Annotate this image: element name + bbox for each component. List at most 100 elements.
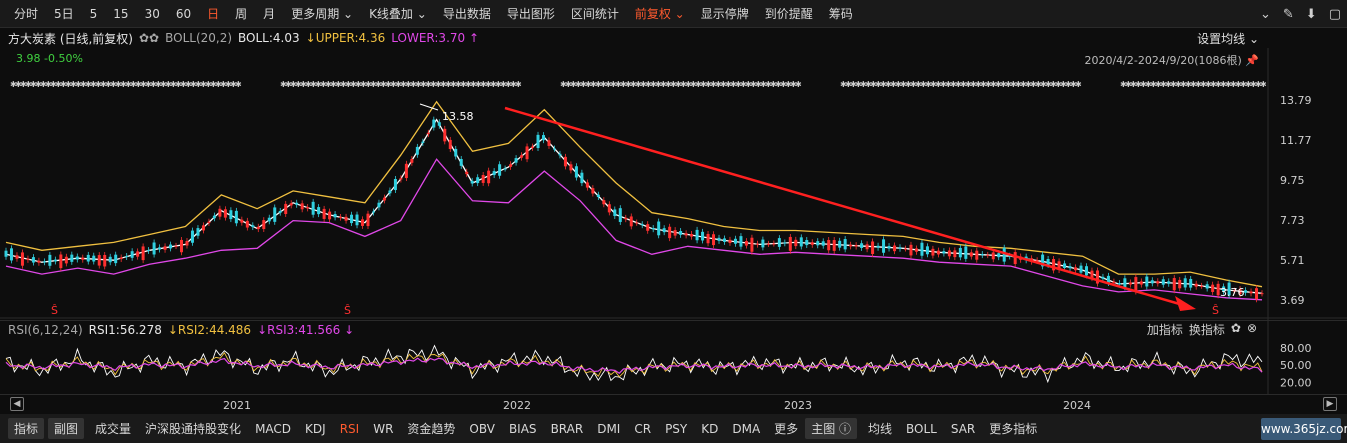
candle-body: [733, 238, 737, 244]
s-marker: Ŝ: [1212, 304, 1219, 317]
indicator-tab[interactable]: BIAS: [502, 422, 544, 436]
indicator-tab[interactable]: PSY: [658, 422, 694, 436]
candle-body: [229, 210, 233, 220]
indicator-tab[interactable]: KDJ: [298, 422, 333, 436]
indicator-tab[interactable]: 成交量: [88, 420, 138, 437]
indicator-tab[interactable]: 主图 ⓘ: [805, 418, 858, 439]
candle-body: [1112, 281, 1116, 284]
candle-body: [903, 248, 907, 250]
candle-body: [75, 256, 79, 260]
candle-body: [284, 203, 288, 214]
candle-body: [832, 240, 836, 251]
candle-body: [125, 255, 129, 258]
candle-body: [788, 236, 792, 251]
candle-body: [70, 254, 74, 262]
candle-body: [925, 246, 929, 255]
indicator-tab[interactable]: BRAR: [544, 422, 591, 436]
y-tick-label: 13.79: [1280, 94, 1312, 107]
candle-body: [174, 245, 178, 247]
candle-body: [975, 250, 979, 260]
candle-body: [141, 246, 145, 261]
candle-body: [311, 201, 315, 215]
candle-body: [986, 254, 990, 256]
indicator-tab[interactable]: CR: [627, 422, 658, 436]
candle-body: [574, 166, 578, 178]
gear-icon[interactable]: ✿: [1231, 321, 1241, 338]
candle-body: [1167, 281, 1171, 284]
indicator-tab[interactable]: SAR: [944, 422, 982, 436]
switch-indicator-button[interactable]: 换指标: [1189, 321, 1225, 338]
candle-body: [31, 257, 35, 263]
candle-body: [849, 244, 853, 247]
indicator-tab[interactable]: DMA: [725, 422, 767, 436]
indicator-tab[interactable]: RSI: [333, 422, 367, 436]
candle-body: [635, 222, 639, 224]
indicator-tab[interactable]: WR: [366, 422, 400, 436]
candle-body: [953, 250, 957, 258]
candle-body: [1079, 265, 1083, 273]
candle-body: [646, 224, 650, 231]
scroll-right-icon[interactable]: ▶: [1323, 397, 1337, 411]
indicator-tab[interactable]: 指标: [8, 418, 45, 439]
candle-body: [942, 251, 946, 254]
candle-body: [1194, 283, 1198, 287]
close-icon[interactable]: ⊗: [1247, 321, 1257, 338]
indicator-tab[interactable]: KD: [694, 422, 725, 436]
indicator-tab[interactable]: 资金趋势: [400, 420, 462, 437]
candle-body: [914, 248, 918, 252]
candle-body: [108, 256, 112, 263]
candle-body: [169, 244, 173, 249]
candle-body: [454, 148, 458, 157]
indicator-tab[interactable]: 更多: [767, 420, 805, 437]
indicator-tab[interactable]: DMI: [590, 422, 627, 436]
candle-body: [59, 254, 63, 269]
indicator-tab[interactable]: 沪深股通持股变化: [138, 420, 248, 437]
candle-body: [86, 254, 90, 262]
candle-body: [245, 220, 249, 228]
candle-body: [613, 209, 617, 217]
candle-body: [1211, 284, 1215, 292]
candle-body: [618, 208, 622, 222]
candle-body: [1260, 293, 1264, 295]
candle-body: [947, 250, 951, 257]
candle-body: [278, 210, 282, 213]
candle-body: [1183, 278, 1187, 288]
candle-body: [629, 216, 633, 227]
indicator-tab[interactable]: OBV: [462, 422, 502, 436]
indicator-tab[interactable]: 均线: [861, 420, 899, 437]
candle-body: [97, 255, 101, 266]
scroll-left-icon[interactable]: ◀: [10, 397, 24, 411]
rsi-name[interactable]: RSI(6,12,24): [8, 323, 83, 337]
candle-body: [1013, 252, 1017, 265]
candle-body: [854, 245, 858, 247]
indicator-tab[interactable]: MACD: [248, 422, 298, 436]
candle-body: [114, 254, 118, 264]
indicator-tab[interactable]: 更多指标: [982, 420, 1044, 437]
candle-body: [432, 119, 436, 128]
candle-body: [92, 255, 96, 262]
add-indicator-button[interactable]: 加指标: [1147, 321, 1183, 338]
event-marker: ✱: [1260, 80, 1267, 89]
year-label: 2022: [503, 399, 531, 412]
candle-body: [755, 243, 759, 245]
rsi-y-tick-label: 80.00: [1280, 342, 1312, 355]
candle-body: [1172, 278, 1176, 291]
indicator-tab[interactable]: BOLL: [899, 422, 944, 436]
candle-body: [37, 260, 41, 263]
rsi1-value: RSI1:56.278: [88, 322, 162, 337]
candle-body: [547, 140, 551, 146]
candle-body: [783, 242, 787, 244]
candle-body: [492, 171, 496, 176]
candle-body: [684, 233, 688, 236]
candle-body: [64, 256, 68, 264]
candle-body: [1156, 281, 1160, 284]
candle-body: [119, 257, 123, 260]
candle-body: [525, 146, 529, 160]
candle-body: [777, 238, 781, 247]
indicator-tab[interactable]: 副图: [48, 418, 85, 439]
candle-body: [514, 158, 518, 163]
candle-body: [695, 229, 699, 241]
kline-chart[interactable]: ✱✱✱✱✱✱✱✱✱✱✱✱✱✱✱✱✱✱✱✱✱✱✱✱✱✱✱✱✱✱✱✱✱✱✱✱✱✱✱✱…: [0, 0, 1347, 414]
y-tick-label: 7.73: [1280, 214, 1305, 227]
candle-body: [761, 239, 765, 248]
